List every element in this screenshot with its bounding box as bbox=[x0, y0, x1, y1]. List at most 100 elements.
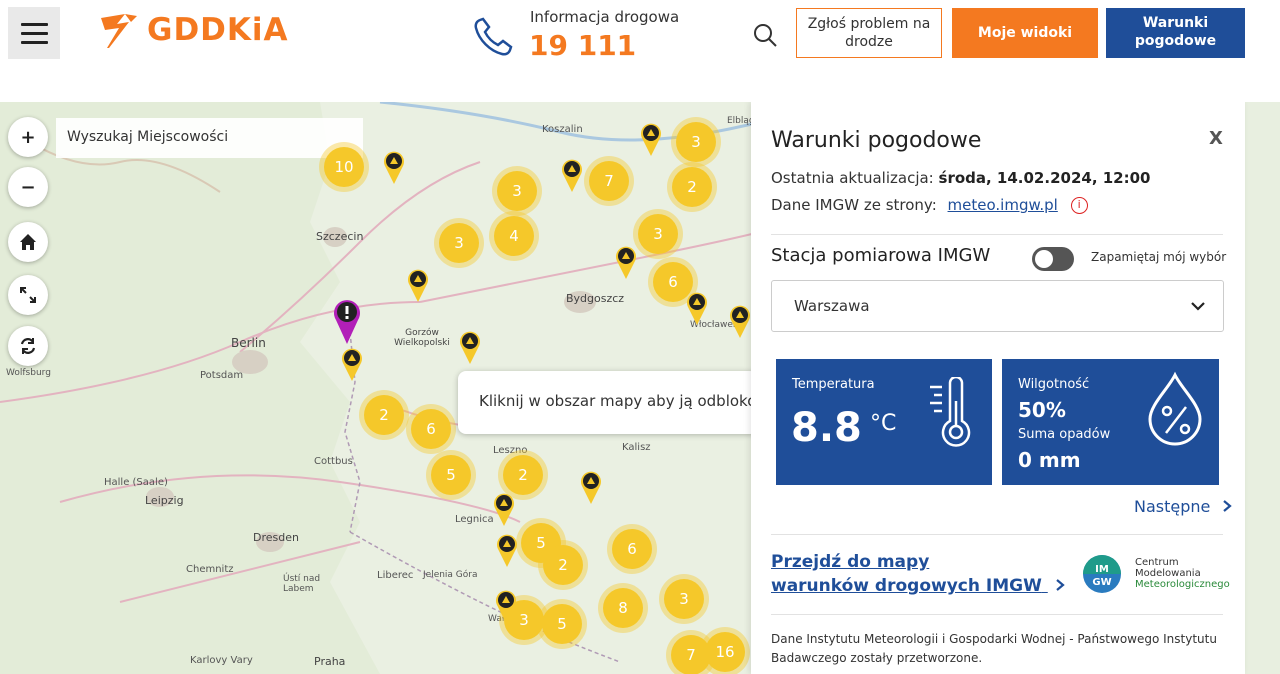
incident-cluster[interactable]: 3 bbox=[439, 223, 479, 263]
roadwork-marker-icon[interactable] bbox=[496, 533, 518, 567]
map-label: Wolfsburg bbox=[6, 368, 51, 378]
incident-cluster[interactable]: 16 bbox=[705, 632, 745, 672]
incident-cluster[interactable]: 3 bbox=[638, 214, 678, 254]
cmm-logo: IM GW Centrum Modelowania Meteorologiczn… bbox=[1081, 553, 1230, 599]
temperature-tile: Temperatura 8.8 °C bbox=[776, 359, 992, 485]
header: GDDKiA Informacja drogowa 19 111 Zgłoś p… bbox=[0, 0, 1280, 102]
incident-cluster[interactable]: 5 bbox=[542, 604, 582, 644]
roadwork-marker-icon[interactable] bbox=[383, 150, 405, 184]
map-label: Praha bbox=[314, 655, 346, 668]
map-search-input[interactable]: Wyszukaj Miejscowości bbox=[56, 118, 363, 158]
last-update: Ostatnia aktualizacja: środa, 14.02.2024… bbox=[771, 169, 1151, 187]
logo-text: GDDKiA bbox=[147, 12, 289, 48]
zoom-out-button[interactable]: − bbox=[8, 167, 48, 207]
chevron-right-icon bbox=[1056, 579, 1065, 591]
svg-text:IM: IM bbox=[1095, 564, 1109, 575]
incident-cluster[interactable]: 6 bbox=[612, 529, 652, 569]
refresh-button[interactable] bbox=[8, 326, 48, 366]
remember-toggle[interactable] bbox=[1032, 247, 1074, 271]
roadwork-marker-icon[interactable] bbox=[341, 347, 363, 381]
info-phone-number[interactable]: 19 111 bbox=[529, 29, 636, 62]
divider bbox=[771, 614, 1223, 615]
map-label: Liberec bbox=[377, 570, 414, 581]
map-label: Ústí nad Labem bbox=[283, 574, 321, 594]
map-right-strip bbox=[1245, 102, 1280, 674]
temperature-value: 8.8 bbox=[791, 405, 862, 451]
incident-cluster[interactable]: 3 bbox=[497, 171, 537, 211]
next-label: Następne bbox=[1134, 497, 1211, 516]
home-button[interactable] bbox=[8, 222, 48, 262]
roadwork-marker-icon[interactable] bbox=[640, 122, 662, 156]
search-icon[interactable] bbox=[752, 22, 778, 48]
svg-text:GW: GW bbox=[1092, 577, 1111, 588]
humidity-label: Wilgotność bbox=[1018, 377, 1090, 392]
divider bbox=[771, 234, 1223, 235]
map-label: Dresden bbox=[253, 531, 299, 544]
roadwork-marker-icon[interactable] bbox=[686, 291, 708, 325]
roadwork-marker-icon[interactable] bbox=[561, 158, 583, 192]
map-link-line2: warunków drogowych IMGW bbox=[771, 574, 1066, 598]
map-label: Szczecin bbox=[316, 230, 364, 243]
map-label: Karlovy Vary bbox=[190, 655, 253, 666]
gddkia-logo[interactable]: GDDKiA bbox=[95, 10, 289, 50]
incident-cluster[interactable]: 10 bbox=[324, 147, 364, 187]
my-views-button[interactable]: Moje widoki bbox=[952, 8, 1098, 58]
map-label: Bydgoszcz bbox=[566, 292, 625, 305]
map-label: Gorzów Wielkopolski bbox=[394, 328, 450, 348]
imgw-logo-icon: IM GW bbox=[1083, 555, 1121, 593]
incident-cluster[interactable]: 2 bbox=[672, 167, 712, 207]
incident-cluster[interactable]: 2 bbox=[364, 395, 404, 435]
chevron-down-icon bbox=[1191, 302, 1205, 311]
weather-button[interactable]: Warunki pogodowe bbox=[1106, 8, 1245, 58]
menu-bar bbox=[20, 22, 48, 26]
menu-bar bbox=[20, 40, 48, 44]
map-label: Jelenia Góra bbox=[423, 570, 478, 580]
map-label: Kalisz bbox=[622, 442, 651, 453]
imgw-link[interactable]: meteo.imgw.pl bbox=[948, 196, 1058, 214]
weather-panel: Warunki pogodowe X Ostatnia aktualizacja… bbox=[751, 102, 1245, 674]
data-disclaimer: Dane Instytutu Meteorologii i Gospodarki… bbox=[771, 632, 1217, 665]
roadwork-marker-icon[interactable] bbox=[580, 470, 602, 504]
roadwork-marker-icon[interactable] bbox=[495, 589, 517, 623]
incident-cluster[interactable]: 5 bbox=[431, 455, 471, 495]
close-button[interactable]: X bbox=[1209, 128, 1223, 149]
station-label: Stacja pomiarowa IMGW bbox=[771, 245, 991, 266]
incident-cluster[interactable]: 2 bbox=[503, 455, 543, 495]
roadwork-marker-icon[interactable] bbox=[615, 245, 637, 279]
data-source: Dane IMGW ze strony: meteo.imgw.pl i bbox=[771, 196, 1088, 214]
temperature-unit: °C bbox=[870, 411, 897, 436]
roadwork-marker-icon[interactable] bbox=[407, 268, 429, 302]
incident-cluster[interactable]: 3 bbox=[664, 579, 704, 619]
last-update-label: Ostatnia aktualizacja: bbox=[771, 169, 934, 187]
incident-cluster[interactable]: 8 bbox=[603, 588, 643, 628]
map-label: Chemnitz bbox=[186, 564, 234, 575]
divider bbox=[771, 534, 1223, 535]
map-label: Berlin bbox=[231, 336, 266, 350]
data-source-label: Dane IMGW ze strony: bbox=[771, 196, 937, 214]
fullscreen-button[interactable] bbox=[8, 275, 48, 315]
incident-cluster[interactable]: 3 bbox=[676, 122, 716, 162]
humidity-value: 50% bbox=[1018, 398, 1066, 422]
report-problem-button[interactable]: Zgłoś problem na drodze bbox=[796, 8, 942, 58]
incident-cluster[interactable]: 4 bbox=[494, 216, 534, 256]
menu-button[interactable] bbox=[8, 7, 60, 59]
alert-marker-icon[interactable] bbox=[333, 298, 361, 344]
rain-label: Suma opadów bbox=[1018, 427, 1111, 442]
roadwork-marker-icon[interactable] bbox=[729, 304, 751, 338]
cmm-line2: Modelowania bbox=[1135, 568, 1201, 579]
incident-cluster[interactable]: 6 bbox=[411, 409, 451, 449]
imgw-road-map-link[interactable]: Przejdź do mapy warunków drogowych IMGW bbox=[771, 550, 1066, 598]
expand-icon bbox=[20, 287, 36, 303]
incident-cluster[interactable]: 7 bbox=[589, 161, 629, 201]
toggle-knob bbox=[1035, 250, 1053, 268]
station-select[interactable]: Warszawa bbox=[771, 280, 1224, 332]
last-update-value: środa, 14.02.2024, 12:00 bbox=[938, 169, 1151, 187]
info-icon[interactable]: i bbox=[1070, 197, 1088, 214]
incident-cluster[interactable]: 2 bbox=[543, 545, 583, 585]
info-label: Informacja drogowa bbox=[530, 8, 680, 26]
zoom-in-button[interactable]: + bbox=[8, 117, 48, 157]
next-station-button[interactable]: Następne bbox=[1134, 497, 1233, 516]
logo-mark-icon bbox=[101, 14, 137, 48]
roadwork-marker-icon[interactable] bbox=[493, 492, 515, 526]
roadwork-marker-icon[interactable] bbox=[459, 330, 481, 364]
